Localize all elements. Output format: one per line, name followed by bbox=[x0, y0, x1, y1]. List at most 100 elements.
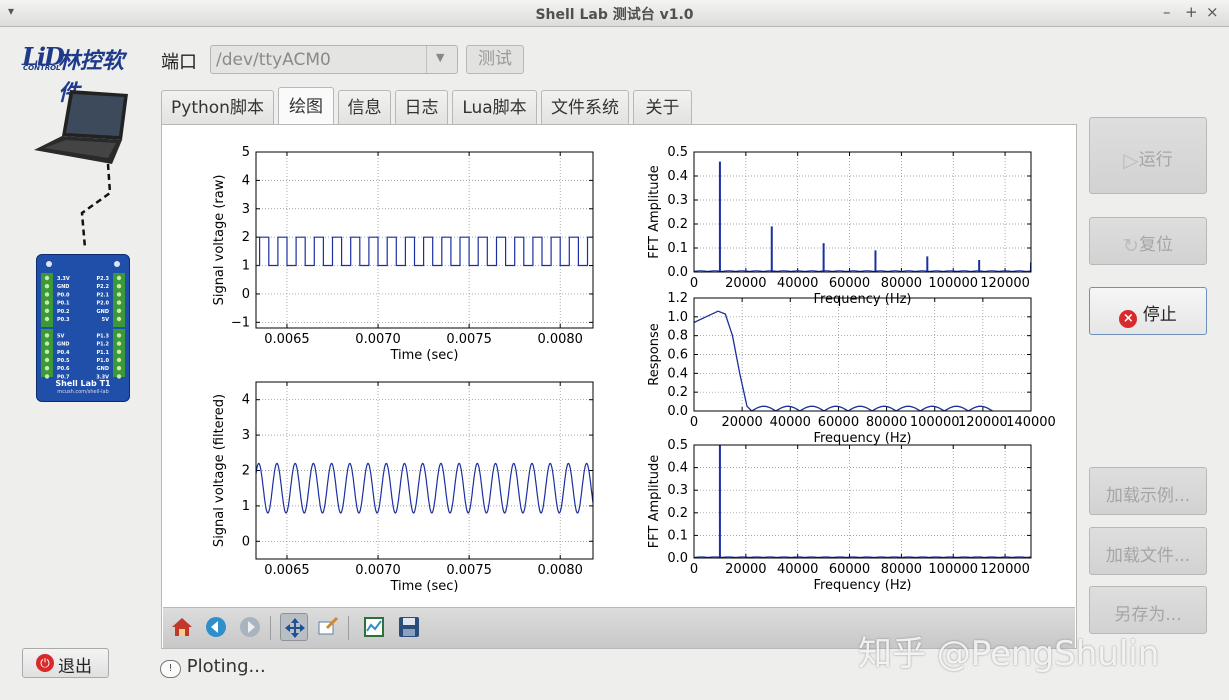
pin bbox=[116, 316, 122, 322]
pin-label: 5V bbox=[57, 333, 64, 339]
y-tick-label: 0.0 bbox=[667, 404, 688, 419]
load-example-button[interactable]: 加载示例... bbox=[1089, 467, 1207, 515]
y-tick-label: −1 bbox=[231, 315, 250, 330]
x-tick-label: 0.0075 bbox=[446, 563, 492, 578]
subplots-icon[interactable] bbox=[360, 613, 388, 641]
play-icon: ▷ bbox=[1123, 148, 1139, 172]
pin bbox=[116, 349, 122, 354]
back-icon[interactable] bbox=[202, 613, 230, 641]
plot-canvas[interactable]: 0.0065 0.0070 0.0075 0.0080 −1 0 1 2 3 4 5 Time (se… bbox=[162, 125, 1076, 607]
chart-3: 0 20000 40000 60000 80000 100000120000140000 0… bbox=[647, 291, 1056, 446]
minimize-icon[interactable]: – bbox=[1163, 3, 1171, 21]
reset-icon: ↻ bbox=[1123, 235, 1139, 257]
pin-label: P1.2 bbox=[96, 342, 109, 348]
save-as-label: 另存为... bbox=[1114, 605, 1182, 625]
tab-log[interactable]: 日志 bbox=[395, 90, 448, 125]
pin-label: P1.3 bbox=[96, 333, 109, 339]
y-tick-label: 0.4 bbox=[667, 366, 688, 381]
exit-button[interactable]: ⏻ 退出 bbox=[22, 648, 109, 678]
x-tick-label: 0.0065 bbox=[264, 563, 310, 578]
tab-info[interactable]: 信息 bbox=[338, 90, 391, 125]
tab-about[interactable]: 关于 bbox=[633, 90, 692, 125]
maximize-icon[interactable]: + bbox=[1185, 3, 1198, 21]
plot-frame bbox=[693, 151, 1032, 273]
forward-icon[interactable] bbox=[236, 613, 264, 641]
x-tick-label: 100000 bbox=[910, 415, 960, 430]
series-group bbox=[256, 236, 593, 267]
x-tick-label: 40000 bbox=[777, 276, 818, 291]
logo-sub: CONTROL bbox=[23, 64, 61, 72]
pin bbox=[116, 366, 122, 371]
pin-label: P2.3 bbox=[96, 276, 109, 282]
stop-label: 停止 bbox=[1142, 305, 1177, 325]
run-button[interactable]: ▷运行 bbox=[1089, 117, 1207, 194]
x-tick-label: 0.0070 bbox=[355, 332, 401, 347]
zoom-icon[interactable] bbox=[314, 613, 342, 641]
test-button[interactable]: 测试 bbox=[466, 45, 524, 74]
chevron-down-icon: ▼ bbox=[436, 51, 445, 64]
y-tick-label: 0 bbox=[242, 287, 250, 302]
pin bbox=[116, 284, 122, 289]
load-file-button[interactable]: 加载文件... bbox=[1089, 527, 1207, 575]
y-tick-label: 0.0 bbox=[667, 551, 688, 566]
y-tick-label: 0.2 bbox=[667, 385, 688, 400]
x-tick-label: 20000 bbox=[725, 562, 766, 577]
series-group bbox=[694, 445, 1031, 558]
pin bbox=[44, 341, 50, 346]
y-tick-label: 0.2 bbox=[667, 217, 688, 232]
x-tick-label: 100000 bbox=[928, 562, 978, 577]
load-file-label: 加载文件... bbox=[1105, 546, 1191, 566]
y-tick-label: 0.2 bbox=[667, 506, 688, 521]
response-line bbox=[694, 310, 993, 411]
tab-plot[interactable]: 绘图 bbox=[278, 87, 334, 126]
close-icon[interactable]: × bbox=[1206, 3, 1219, 21]
y-tick-label: 0.4 bbox=[667, 169, 688, 184]
x-tick-label: 80000 bbox=[881, 276, 922, 291]
fft-baseline bbox=[694, 270, 1031, 272]
tab-python-script[interactable]: Python脚本 bbox=[161, 90, 274, 125]
y-tick-label: 2 bbox=[242, 464, 250, 479]
status-bar: ! Ploting... bbox=[160, 656, 266, 678]
stop-button[interactable]: × 停止 bbox=[1089, 287, 1207, 335]
reset-button[interactable]: ↻复位 bbox=[1089, 217, 1207, 265]
pin-label: P0.1 bbox=[57, 301, 70, 307]
raw-signal-line bbox=[256, 236, 593, 267]
y-tick-label: 4 bbox=[242, 393, 250, 408]
pin-label: GND bbox=[57, 342, 69, 348]
pin bbox=[116, 308, 122, 313]
board-url: mcush.com/shell-lab bbox=[57, 389, 109, 395]
tab-lua-script[interactable]: Lua脚本 bbox=[452, 90, 537, 125]
x-tick-label: 140000 bbox=[1006, 415, 1056, 430]
stop-icon: × bbox=[1119, 310, 1138, 328]
x-tick-label: 60000 bbox=[818, 415, 859, 430]
laptop-icon bbox=[34, 90, 128, 249]
pin-label: GND bbox=[97, 366, 109, 372]
pin-label: P0.5 bbox=[57, 358, 70, 364]
chart-0: 0.0065 0.0070 0.0075 0.0080 −1 0 1 2 3 4 5 Time (se… bbox=[212, 145, 594, 363]
port-select[interactable]: /dev/ttyACM0 ▼ bbox=[210, 45, 458, 74]
x-tick-label: 0.0080 bbox=[537, 563, 583, 578]
pin-label: P0.3 bbox=[57, 317, 70, 323]
home-icon[interactable] bbox=[168, 613, 196, 641]
tab-filesystem[interactable]: 文件系统 bbox=[541, 90, 629, 125]
series-group bbox=[694, 310, 993, 411]
window-title: Shell Lab 测试台 v1.0 bbox=[535, 7, 694, 23]
pin bbox=[116, 357, 122, 363]
pin-label: P2.1 bbox=[96, 292, 109, 298]
y-tick-label: 4 bbox=[242, 173, 250, 188]
save-icon[interactable] bbox=[395, 613, 423, 641]
pin bbox=[116, 374, 122, 379]
chart-1: 0.0065 0.0070 0.0075 0.0080 0 1 2 3 4 Time (sec) S… bbox=[212, 381, 594, 594]
x-tick-label: 40000 bbox=[770, 415, 811, 430]
y-tick-label: 0.3 bbox=[667, 483, 688, 498]
pin-label: P2.0 bbox=[96, 301, 109, 307]
port-dropdown-button[interactable]: ▼ bbox=[426, 46, 457, 73]
board-name: Shell Lab T1 bbox=[55, 379, 111, 388]
pin-label: 3.3V bbox=[57, 276, 70, 282]
board-image: 3.3V GND P0.0 P0.1 P0.2 P0.3 5V GND P0.4 P0.5 P0.6… bbox=[36, 254, 130, 402]
y-tick-label: 1 bbox=[242, 499, 250, 514]
pan-icon[interactable] bbox=[280, 613, 308, 641]
y-tick-label: 1.2 bbox=[667, 291, 688, 306]
x-axis-label: Frequency (Hz) bbox=[813, 431, 911, 446]
pin-label: P0.0 bbox=[57, 292, 70, 298]
